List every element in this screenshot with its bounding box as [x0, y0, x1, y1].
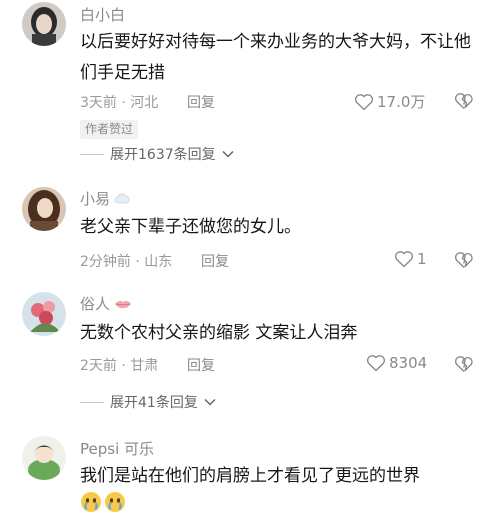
like-count: 1 — [417, 250, 427, 268]
heart-outline-icon — [354, 93, 374, 111]
crying-emoji-icon — [80, 491, 128, 513]
heart-outline-icon — [394, 250, 414, 268]
heart-outline-icon — [366, 354, 386, 372]
username[interactable]: Pepsi 可乐 — [80, 438, 154, 459]
expand-replies-label: 展开1637条回复 — [110, 147, 216, 163]
time-location: 2分钟前 · 山东 — [80, 254, 173, 270]
chevron-down-icon — [204, 398, 216, 406]
divider — [80, 153, 104, 155]
expand-replies-label: 展开41条回复 — [110, 395, 198, 411]
like-button[interactable]: 17.0万 — [354, 91, 425, 112]
comment-text: 我们是站在他们的肩膀上才看见了更远的世界 — [80, 466, 420, 486]
comment-text: 以后要好好对待每一个来办业务的大爷大妈，不让他们手足无措 — [80, 32, 471, 83]
username-text: 俗人 — [80, 295, 111, 313]
chevron-down-icon — [222, 150, 234, 158]
username-text: Pepsi 可乐 — [80, 440, 155, 458]
time-location: 3天前 · 河北 — [80, 95, 159, 111]
like-button[interactable]: 1 — [394, 250, 427, 268]
avatar[interactable] — [22, 436, 66, 480]
like-count: 8304 — [389, 354, 428, 372]
avatar[interactable] — [22, 2, 66, 46]
like-count: 17.0万 — [377, 93, 426, 111]
comment-meta: 2分钟前 · 山东 回复 1 — [80, 250, 500, 273]
author-liked-badge: 作者赞过 — [80, 120, 139, 139]
expand-replies-button[interactable]: 展开41条回复 — [80, 392, 216, 412]
reply-button[interactable]: 回复 — [201, 251, 229, 271]
comment-meta: 2天前 · 甘肃 回复 8304 — [80, 354, 500, 377]
expand-replies-button[interactable]: 展开1637条回复 — [80, 144, 234, 164]
avatar[interactable] — [22, 292, 66, 336]
cloud-emoji-icon — [114, 192, 130, 205]
divider — [80, 401, 104, 403]
lips-emoji-icon — [114, 298, 132, 310]
reply-button[interactable]: 回复 — [187, 92, 215, 112]
broken-heart-icon[interactable] — [454, 355, 474, 373]
username-text: 小易 — [80, 190, 111, 208]
time-location: 2天前 · 甘肃 — [80, 358, 159, 374]
like-button[interactable]: 8304 — [366, 354, 427, 372]
reply-button[interactable]: 回复 — [187, 355, 215, 375]
username[interactable]: 小易 — [80, 188, 130, 209]
username[interactable]: 俗人 — [80, 293, 132, 314]
comment-text: 老父亲下辈子还做您的女儿。 — [80, 217, 301, 237]
broken-heart-icon[interactable] — [454, 251, 474, 269]
username-text: 白小白 — [80, 6, 126, 24]
comment-meta: 3天前 · 河北 回复 17.0万 — [80, 92, 500, 114]
avatar[interactable] — [22, 187, 66, 231]
comment-text: 无数个农村父亲的缩影 文案让人泪奔 — [80, 323, 358, 343]
broken-heart-icon[interactable] — [454, 92, 474, 110]
username[interactable]: 白小白 — [80, 4, 125, 25]
